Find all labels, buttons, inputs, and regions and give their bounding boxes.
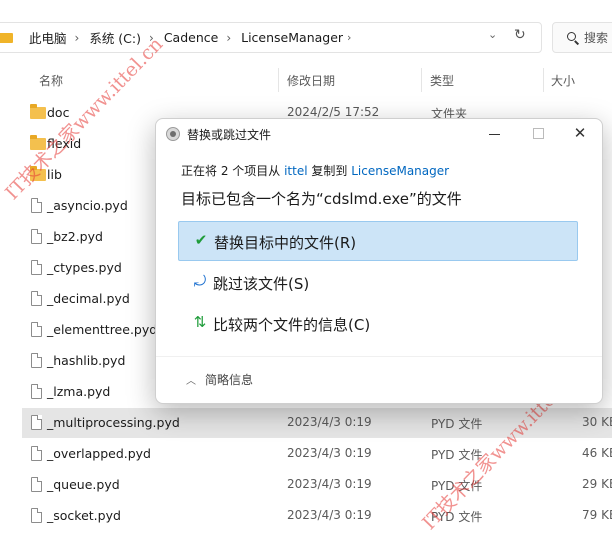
file-name: flexid — [47, 136, 82, 151]
file-type: PYD 文件 — [431, 448, 483, 462]
search-input[interactable]: 搜索 — [552, 22, 612, 53]
breadcrumb-item-cadence[interactable]: Cadence — [164, 30, 219, 45]
compare-icon: ⇅ — [193, 313, 207, 331]
file-row[interactable]: _multiprocessing.pyd 2023/4/3 0:19 PYD 文件 3… — [22, 408, 612, 438]
search-placeholder: 搜索 — [584, 31, 609, 45]
file-name: _queue.pyd — [47, 477, 120, 492]
file-name: _multiprocessing.pyd — [47, 415, 180, 430]
folder-icon — [30, 135, 46, 150]
fewer-details-link[interactable]: 简略信息 — [205, 371, 253, 388]
breadcrumb-item-licensemanager[interactable]: LicenseManager — [241, 30, 343, 45]
chevron-right-icon[interactable]: › — [226, 31, 231, 45]
column-divider[interactable] — [543, 68, 544, 92]
folder-icon — [0, 32, 13, 43]
file-date: 2023/4/3 0:19 — [287, 508, 372, 522]
chevron-right-icon[interactable]: › — [347, 31, 351, 44]
file-icon — [31, 508, 42, 523]
file-date: 2023/4/3 0:19 — [287, 477, 372, 491]
file-name: doc — [47, 105, 70, 120]
file-name: _elementtree.pyd — [47, 322, 158, 337]
file-icon — [31, 446, 42, 461]
column-header-size[interactable]: 大小 — [551, 72, 575, 89]
conflict-heading: 目标已包含一个名为“cdslmd.exe”的文件 — [181, 190, 462, 208]
replace-or-skip-dialog: 替换或跳过文件 ✕ 正在将 2 个项目从 ittel 复制到 LicenseMa… — [155, 118, 603, 404]
file-icon — [31, 229, 42, 244]
chevron-up-icon[interactable]: ︿ — [186, 372, 196, 387]
refresh-icon[interactable]: ↻ — [514, 27, 526, 43]
dialog-footer: ︿ 简略信息 — [156, 356, 602, 403]
file-row[interactable]: _queue.pyd 2023/4/3 0:19 PYD 文件 29 KE — [22, 470, 612, 500]
file-size: 29 KE — [582, 477, 612, 491]
compare-option-label: 比较两个文件的信息(C) — [213, 316, 371, 334]
chevron-right-icon[interactable]: › — [149, 31, 154, 45]
folder-icon — [30, 104, 46, 119]
file-type: PYD 文件 — [431, 479, 483, 493]
file-date: 2024/2/5 17:52 — [287, 105, 380, 119]
file-icon — [31, 291, 42, 306]
breadcrumb-item-this-pc[interactable]: 此电脑 — [29, 28, 67, 47]
dialog-title: 替换或跳过文件 — [187, 128, 272, 142]
close-button[interactable]: ✕ — [568, 121, 592, 145]
file-name: _overlapped.pyd — [47, 446, 151, 461]
chevron-down-icon[interactable]: ⌄ — [488, 28, 497, 41]
column-header-type[interactable]: 类型 — [430, 72, 454, 89]
file-icon — [31, 353, 42, 368]
file-name: lib — [47, 167, 62, 182]
file-name: _socket.pyd — [47, 508, 121, 523]
folder-icon — [30, 166, 46, 181]
file-name: _decimal.pyd — [47, 291, 130, 306]
file-size: 30 KE — [582, 415, 612, 429]
address-bar-area: 此电脑 › 系统 (C:) › Cadence › LicenseManager… — [0, 0, 612, 64]
maximize-button — [526, 125, 550, 143]
file-icon — [31, 322, 42, 337]
replace-option-button[interactable]: ✔ 替换目标中的文件(R) — [178, 221, 578, 261]
status-mid: 复制到 — [311, 164, 348, 178]
file-name: _lzma.pyd — [47, 384, 111, 399]
minimize-button[interactable] — [483, 125, 507, 143]
replace-option-label: 替换目标中的文件(R) — [214, 234, 357, 252]
checkmark-icon: ✔ — [194, 231, 208, 249]
search-icon — [567, 32, 580, 45]
skip-option-button[interactable]: ⤾ 跳过该文件(S) — [178, 263, 578, 303]
file-size: 46 KE — [582, 446, 612, 460]
column-divider[interactable] — [278, 68, 279, 92]
app-icon — [166, 127, 180, 141]
file-date: 2023/4/3 0:19 — [287, 446, 372, 460]
file-name: _ctypes.pyd — [47, 260, 122, 275]
column-divider[interactable] — [421, 68, 422, 92]
source-folder-link[interactable]: ittel — [284, 164, 307, 178]
compare-option-button[interactable]: ⇅ 比较两个文件的信息(C) — [178, 304, 578, 344]
file-icon — [31, 260, 42, 275]
file-date: 2023/4/3 0:19 — [287, 415, 372, 429]
breadcrumb[interactable]: 此电脑 › 系统 (C:) › Cadence › LicenseManager… — [0, 22, 542, 53]
file-name: _bz2.pyd — [47, 229, 103, 244]
copy-status: 正在将 2 个项目从 ittel 复制到 LicenseManager — [181, 162, 449, 179]
file-icon — [31, 415, 42, 430]
breadcrumb-item-system-drive[interactable]: 系统 (C:) — [89, 28, 141, 47]
file-name: _hashlib.pyd — [47, 353, 126, 368]
chevron-right-icon[interactable]: › — [75, 31, 80, 45]
file-size: 79 KE — [582, 508, 612, 522]
file-type: PYD 文件 — [431, 417, 483, 431]
status-prefix: 正在将 2 个项目从 — [181, 164, 281, 178]
file-icon — [31, 384, 42, 399]
file-type: PYD 文件 — [431, 510, 483, 524]
destination-folder-link[interactable]: LicenseManager — [351, 164, 449, 178]
file-row[interactable]: _overlapped.pyd 2023/4/3 0:19 PYD 文件 46 KE — [22, 439, 612, 469]
column-header-date[interactable]: 修改日期 — [287, 72, 335, 89]
skip-option-label: 跳过该文件(S) — [213, 275, 310, 293]
skip-icon: ⤾ — [193, 272, 207, 290]
file-icon — [31, 477, 42, 492]
file-name: _asyncio.pyd — [47, 198, 128, 213]
column-header-name[interactable]: 名称 — [39, 72, 63, 89]
file-icon — [31, 198, 42, 213]
file-row[interactable]: _socket.pyd 2023/4/3 0:19 PYD 文件 79 KE — [22, 501, 612, 531]
